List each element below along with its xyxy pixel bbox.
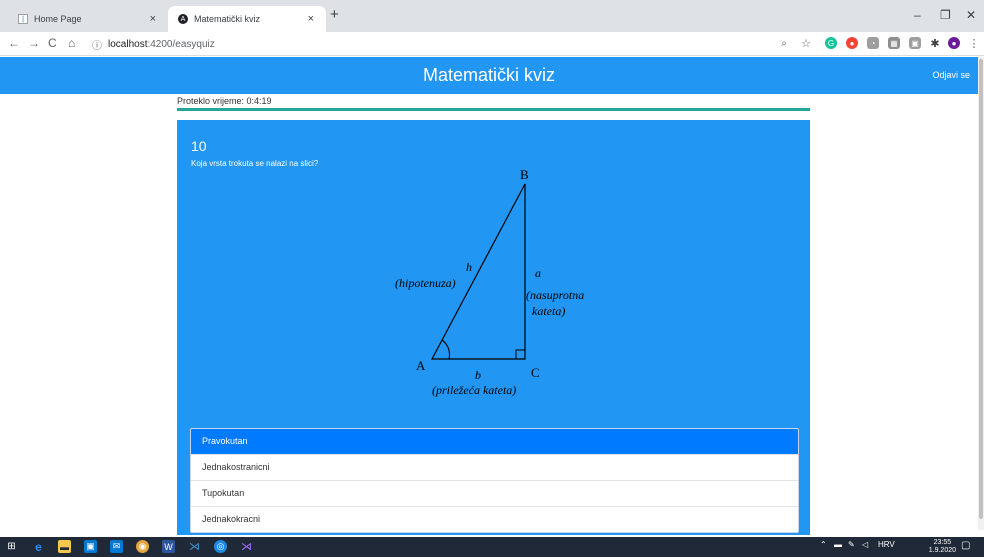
opposite-label-line2: kateta) [532,304,565,318]
adjacent-label: (priležeća kateta) [432,383,516,397]
answer-option-2[interactable]: Jednakostranicni [191,454,798,480]
network-icon[interactable]: ▬ [834,540,842,549]
grammarly-icon[interactable]: G [825,37,837,49]
pen-icon[interactable]: ✎ [848,540,855,549]
adblock-icon[interactable]: ● [846,37,858,49]
menu-icon[interactable]: ⋮ [968,37,980,50]
notifications-icon[interactable]: ▢ [961,540,970,551]
elapsed-time: Proteklo vrijeme: 0:4:19 [177,96,272,106]
volume-icon[interactable]: ◁ [862,540,868,549]
adjacent-letter: b [475,368,481,382]
question-text: Koja vrsta trokuta se nalazi na slici? [191,159,319,168]
minimize-button[interactable]: – [914,8,921,22]
vertex-c-label: C [531,365,540,380]
tab-close-icon[interactable]: × [308,13,314,25]
tab-matematicki-kviz[interactable]: A Matematički kviz × [168,6,326,32]
quiz-progress-bar [177,108,810,111]
scrollbar-thumb[interactable] [979,59,983,519]
url-host: localhost [108,38,148,50]
answer-option-3[interactable]: Tupokutan [191,480,798,506]
language-indicator[interactable]: HRV [878,540,895,549]
tab-title: Home Page [34,14,82,24]
tab-close-icon[interactable]: × [150,13,156,25]
question-number: 10 [191,138,207,154]
edge-icon[interactable]: e [32,540,45,554]
hypotenuse-letter: h [466,260,472,274]
url-path: :4200/easyquiz [147,38,215,50]
chrome-icon[interactable]: ◉ [136,540,149,553]
page-title: Matematički kviz [422,65,556,85]
maximize-button[interactable]: ❐ [940,8,951,22]
pin-icon[interactable]: ✱ [929,37,941,50]
windows-start-icon[interactable]: ⊞ [5,540,18,553]
answer-option-1[interactable]: Pravokutan [191,429,798,454]
question-card: 10 Koja vrsta trokuta se nalazi na slici… [177,120,810,535]
site-info-icon[interactable]: ⓘ [92,37,102,52]
page-scrollbar[interactable] [978,57,984,530]
back-button[interactable]: ← [8,36,20,50]
url-field[interactable]: ⓘ localhost:4200/easyquiz [92,35,792,53]
word-icon[interactable]: W [162,540,175,553]
windows-taskbar: ⊞ e ▬ ▣ ✉ ◉ W ⋊ ◎ ⋊ ⌃ ▬ ✎ ◁ HRV 23:55 1.… [0,537,984,557]
zoom-icon[interactable]: ⌕ [778,37,790,49]
close-window-button[interactable]: ✕ [966,8,976,22]
show-hidden-icons-icon[interactable]: ⌃ [820,540,827,549]
puzzle-icon[interactable]: ▦ [888,37,900,49]
cast-icon[interactable]: ▣ [909,37,921,49]
page-favicon-icon: | [18,14,28,24]
answer-option-4[interactable]: Jednakokracni [191,506,798,532]
store-icon[interactable]: ▣ [84,540,97,553]
app-icon[interactable]: ◎ [214,540,227,553]
mail-icon[interactable]: ✉ [110,540,123,553]
browser-tab-strip: | Home Page × A Matematički kviz × + – ❐… [0,0,984,32]
vertex-a-label: A [416,358,426,373]
app-header: Matematički kviz Odjavi se [0,57,978,94]
home-button[interactable]: ⌂ [68,36,75,50]
clock-time: 23:55 [933,539,952,546]
profile-icon[interactable]: ● [948,37,960,49]
star-icon[interactable]: ☆ [800,37,812,50]
file-explorer-icon[interactable]: ▬ [58,540,71,553]
logout-button[interactable]: Odjavi se [932,57,970,94]
right-triangle-figure: B A C h (hipotenuza) a (nasuprotna katet… [395,167,584,397]
answer-list: Pravokutan Jednakostranicni Tupokutan Je… [190,428,799,533]
visual-studio-icon[interactable]: ⋊ [240,540,253,553]
reload-button[interactable]: C [48,36,57,50]
angular-favicon-icon: A [178,14,188,24]
tab-title: Matematički kviz [194,14,261,24]
system-clock[interactable]: 23:55 1.9.2020 [929,539,956,555]
forward-button[interactable]: → [28,36,40,50]
opposite-letter: a [535,266,541,280]
new-tab-button[interactable]: + [330,6,339,23]
clock-date: 1.9.2020 [928,547,956,554]
vertex-b-label: B [520,167,529,182]
opposite-label-line1: (nasuprotna [526,288,584,302]
hypotenuse-label: (hipotenuza) [395,276,456,290]
progress-fill [177,108,810,111]
vscode-icon[interactable]: ⋊ [188,540,201,553]
tab-home-page[interactable]: | Home Page × [8,6,168,32]
extension-icon[interactable]: ◔ [867,37,879,49]
